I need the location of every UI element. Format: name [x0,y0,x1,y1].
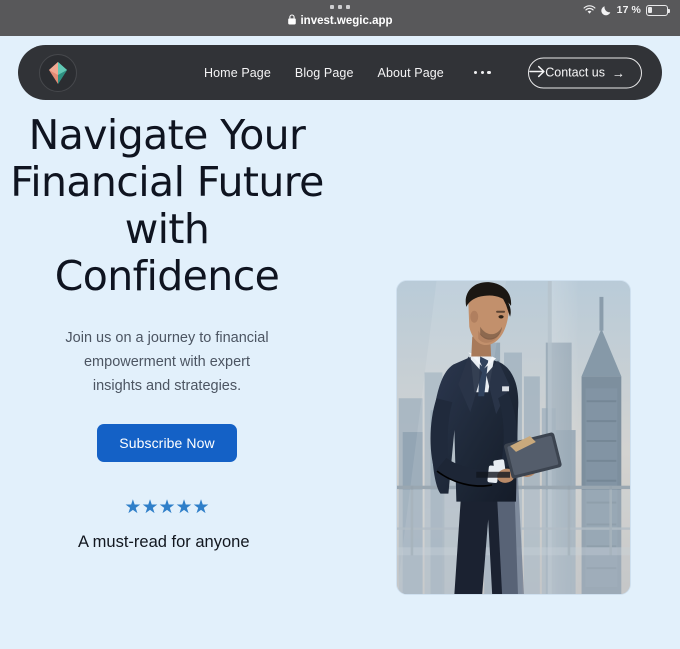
hero-subtext: Join us on a journey to financial empowe… [65,330,269,394]
contact-us-button[interactable]: Contact us → [528,57,642,88]
battery-percent-label: 17 % [616,4,641,16]
ellipsis-icon[interactable] [473,70,492,75]
three-dots-icon [330,5,350,9]
status-bar-right-cluster: 17 % [583,4,671,16]
hero-left-column: Navigate Your Financial Future with Conf… [0,112,334,552]
nav-link-about-page[interactable]: About Page [378,66,444,80]
url-text: invest.wegic.app [300,15,393,27]
testimonial-text: A must-read for anyone [78,533,250,551]
subscribe-now-button[interactable]: Subscribe Now [97,424,237,462]
nav-link-blog-page[interactable]: Blog Page [295,66,354,80]
arrow-right-icon: → [612,65,625,80]
nav-links: Home Page Blog Page About Page [204,65,546,81]
hero-image [396,280,631,595]
lock-icon [287,14,296,28]
battery-low-icon [646,4,671,16]
contact-us-label: Contact us [545,65,605,80]
star-rating: ★★★★★ [124,497,210,518]
crescent-moon-icon [601,5,612,16]
nav-link-home-page[interactable]: Home Page [204,66,271,80]
browser-url-bar[interactable]: invest.wegic.app [287,14,393,28]
ios-status-bar: 17 % invest.wegic.app [0,0,680,36]
webpage-viewport: Navigate Your Financial Future with Conf… [0,36,680,649]
wifi-icon [583,5,596,15]
diamond-crystal-logo-icon[interactable] [39,53,77,92]
page-title: Navigate Your Financial Future with Conf… [10,111,324,300]
site-navbar: Home Page Blog Page About Page Contact u… [18,45,662,100]
